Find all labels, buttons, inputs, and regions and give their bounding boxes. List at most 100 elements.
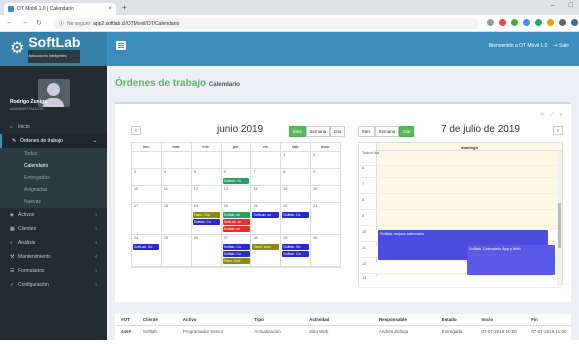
col-header[interactable]: Activo [183,317,255,322]
day-cell[interactable]: 7 [251,169,282,186]
browser-tab[interactable]: OT Mobil 1.0 | Calendario × [4,3,116,15]
calendar-event[interactable]: Softlab. sn [222,212,250,218]
day-cell[interactable]: 19 Twen. Clin Softlab. Cc [191,203,222,235]
new-tab-button[interactable]: + [122,3,127,12]
day-cell[interactable]: 20 Softlab. sn SoftLab. sn Softlab. sn [221,203,252,235]
day-cell[interactable]: 9 [311,169,341,186]
calendar-event[interactable]: Softlab. Cc [282,212,310,218]
view-day-button[interactable]: Día [330,126,346,137]
sidebar-subitem-todas[interactable]: Todas [0,148,107,160]
day-cell[interactable]: 12 [191,186,222,203]
box-tools[interactable]: ⟳ ⤢ ∧ [540,112,565,118]
day-cell[interactable]: 21 SoftLab. sn [251,203,282,235]
calendar-event[interactable]: SoftLab. sn [252,212,280,218]
col-header[interactable]: Tipo [254,317,309,322]
col-header[interactable]: #OT [121,317,143,322]
day-cell[interactable]: 30 [311,235,341,267]
day-cell[interactable]: 1 [281,152,312,169]
calendar-event[interactable]: SoftLab. Sn [133,244,159,250]
view-day-button[interactable]: Día [399,126,415,137]
day-cell[interactable]: 18 [161,203,192,235]
calendar-event[interactable]: SoftLab. sn [222,219,250,225]
sidebar-subitem-calendario[interactable]: Calendario [0,160,107,172]
calendar-event[interactable]: Softlab. Cc [192,219,220,225]
calendar-event[interactable]: Softlab. Cu [222,244,250,250]
day-cell[interactable]: 23 [311,203,341,235]
ext-icon-2[interactable] [511,19,518,26]
view-month-button[interactable]: Mes [289,126,306,137]
calendar-event[interactable]: Softlab. Co [282,251,310,257]
ext-icon-3[interactable] [523,19,530,26]
day-cell[interactable]: 8 [281,169,312,186]
calendar-event[interactable]: Softech. Ni [222,178,249,184]
col-header[interactable]: Responsable [379,317,442,322]
reload-icon[interactable]: ↻ [36,19,42,27]
day-cell[interactable]: 4 [161,169,192,186]
ext-icon-7[interactable] [571,19,578,26]
ext-icon-4[interactable] [535,19,542,26]
close-tab-icon[interactable]: × [108,6,112,12]
day-cell[interactable]: 11 [161,186,192,203]
day-cell[interactable]: 10 [132,186,162,203]
prev-month-button[interactable]: ‹ [131,126,141,135]
day-cell[interactable] [191,152,222,169]
back-icon[interactable]: ← [6,19,13,27]
calendar-event[interactable]: Softlab. sn [222,226,250,232]
col-header[interactable]: Inicio [481,317,531,322]
day-cell[interactable]: 13 [221,186,252,203]
sidebar-item-configuracion[interactable]: ✓ Configuración ‹ [0,278,107,292]
ext-icon-1[interactable] [499,19,506,26]
calendar-event[interactable]: Twen. com [252,244,280,250]
day-cell[interactable]: 16 [311,186,341,203]
day-cell[interactable]: 15 [281,186,312,203]
day-cell[interactable]: 14 [251,186,282,203]
logout-link[interactable]: ⇥ Salir [553,43,569,49]
col-header[interactable]: Estado [442,317,482,322]
view-week-button[interactable]: Semana [374,126,400,137]
calendar-event[interactable]: Twen. Clin [192,212,220,218]
view-month-button[interactable]: Mes [358,126,375,137]
day-cell[interactable]: 27 Softlab. Cu Softlab. Co Twen. Cod [221,235,252,267]
sidebar-item-ordenes[interactable]: ✎ Órdenes de trabajo ⌄ [0,134,107,148]
day-cell[interactable] [161,152,192,169]
sidebar-item-formularios[interactable]: ☰ Formularios ‹ [0,264,107,278]
day-event[interactable]: Softlab. Calendario App y Web [467,245,555,275]
day-cell[interactable]: 25 [161,235,192,267]
sidebar-item-inicio[interactable]: ⌂ Inicio [0,120,107,134]
hour-slot[interactable]: 9 [359,214,562,226]
calendar-event[interactable]: Softlab. Sn [282,244,310,250]
hour-slot[interactable]: 7 [359,182,562,194]
day-cell[interactable]: 5 [191,169,222,186]
next-day-button[interactable]: › [553,126,563,135]
url-field[interactable]: ⓘ No seguro app2.softlab.cl/OTMovil/OT/C… [54,18,479,29]
day-cell[interactable]: 28 Twen. com [251,235,282,267]
forward-icon[interactable]: → [21,19,28,27]
day-cell[interactable]: 29 Softlab. Sn Softlab. Co [281,235,312,267]
sidebar-item-analisis[interactable]: ⌕ Análisis ‹ [0,236,107,250]
hour-slot[interactable]: 6 [359,166,562,178]
sidebar-subitem-entregadas[interactable]: Entregadas [0,172,107,184]
day-cell[interactable] [251,152,282,169]
view-week-button[interactable]: Semana [305,126,331,137]
sidebar-subitem-nuevas[interactable]: Nuevas [0,196,107,208]
brand-logo[interactable]: ⚙ SoftLab Aplicaciones inteligentes [0,32,107,66]
day-cell[interactable] [132,152,162,169]
sidebar-item-mantenimiento[interactable]: ⚒ Mantenimiento ‹ [0,250,107,264]
day-cell[interactable]: 22 Softlab. Cc [281,203,312,235]
col-header[interactable]: Actividad [309,317,379,322]
minimize-icon[interactable]: – [551,2,555,9]
day-cell[interactable]: 2 [311,152,341,169]
day-cell[interactable]: 26 [191,235,222,267]
hour-slot[interactable]: 8 [359,198,562,210]
calendar-event[interactable]: Softlab. Co [222,251,250,257]
col-header[interactable]: Fin [531,317,571,322]
hour-slot[interactable]: 13 [359,276,562,288]
calendar-event[interactable]: Twen. Cod [222,258,250,264]
day-cell[interactable]: 6 Softech. Ni [221,169,252,186]
ext-icon-5[interactable] [547,19,554,26]
ext-icon-6[interactable] [559,19,566,26]
sidebar-item-activos[interactable]: ◈ Activos ‹ [0,208,107,222]
sidebar-item-clientes[interactable]: ▦ Clientes ‹ [0,222,107,236]
day-cell[interactable]: 3 [132,169,162,186]
sidebar-subitem-asignadas[interactable]: Asignadas [0,184,107,196]
